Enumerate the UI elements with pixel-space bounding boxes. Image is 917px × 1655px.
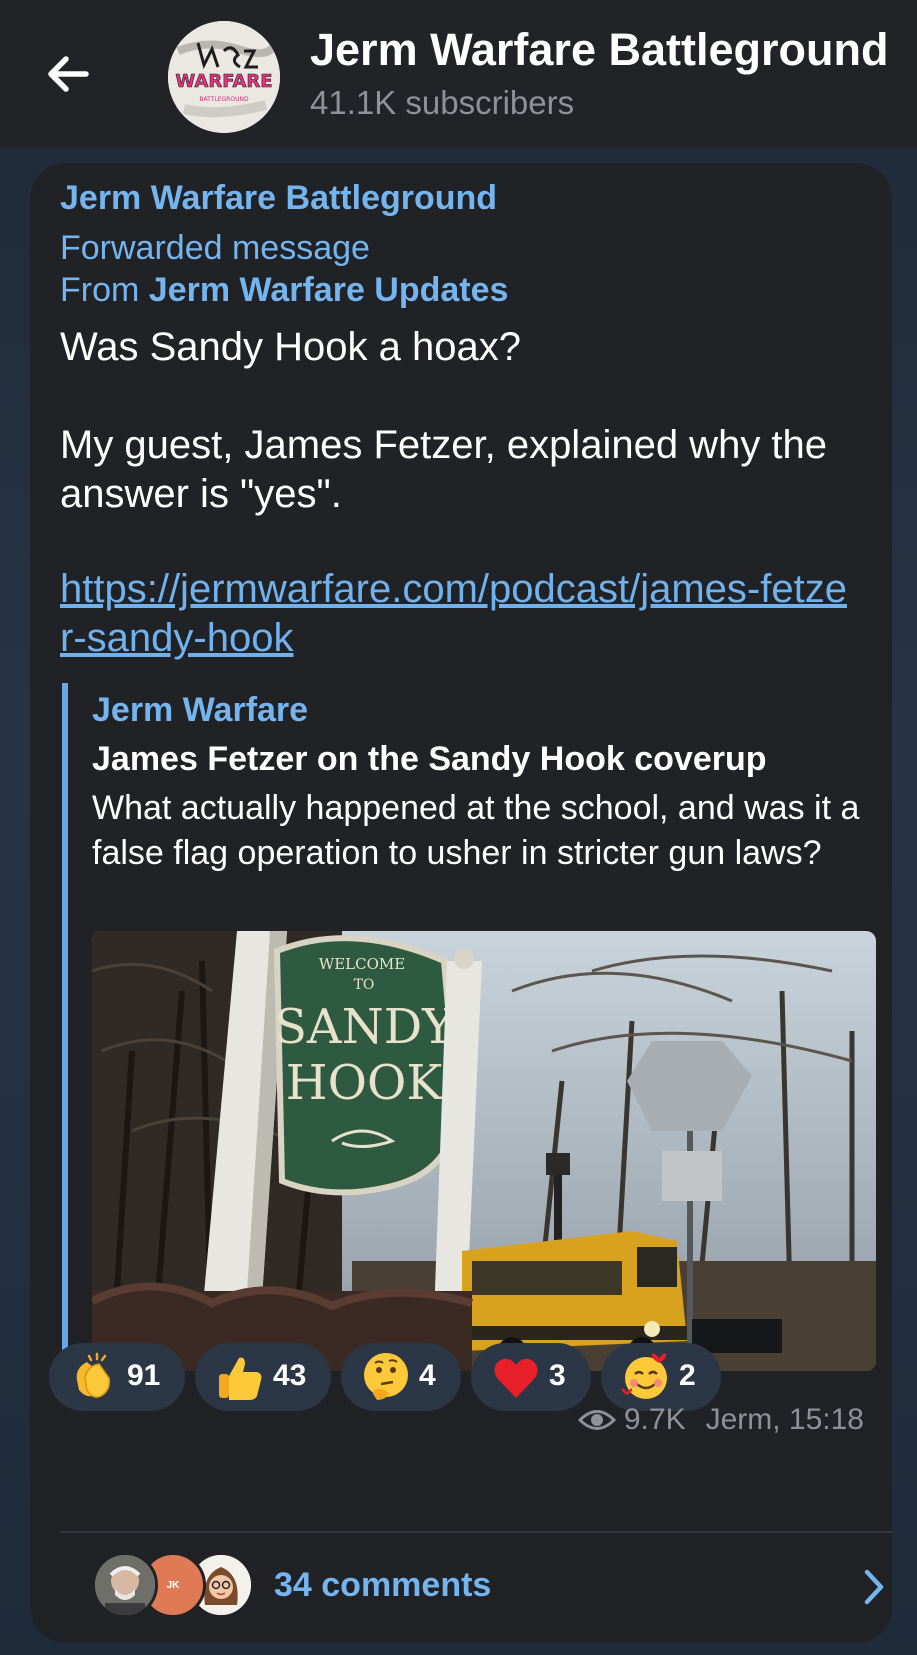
message-text: Was Sandy Hook a hoax? My guest, James F… <box>60 323 880 519</box>
svg-text:BATTLEGROUND: BATTLEGROUND <box>199 96 249 103</box>
preview-title: James Fetzer on the Sandy Hook coverup <box>92 740 767 778</box>
subscriber-count: 41.1K subscribers <box>310 84 575 121</box>
svg-text:SANDY: SANDY <box>274 999 455 1055</box>
reaction-heart[interactable]: 3 <box>471 1343 591 1411</box>
message-link[interactable]: https://jermwarfare.com/podcast/james-fe… <box>60 565 860 663</box>
forwarded-from[interactable]: From Jerm Warfare Updates <box>60 271 508 310</box>
divider <box>60 1531 892 1533</box>
svg-text:WELCOME: WELCOME <box>319 955 405 973</box>
comments-button[interactable]: JK 34 comments <box>60 1546 892 1628</box>
post-signature: Jerm, 15:18 <box>705 1403 864 1436</box>
reaction-count: 91 <box>127 1359 161 1392</box>
comments-count-label: 34 comments <box>274 1566 492 1604</box>
preview-site-name: Jerm Warfare <box>92 691 309 729</box>
view-count: 9.7K <box>623 1403 686 1436</box>
avatar <box>92 1552 158 1618</box>
smiling-face-with-hearts-icon <box>622 1353 667 1399</box>
reaction-count: 3 <box>549 1359 566 1392</box>
message-bubble: Jerm Warfare Battleground Forwarded mess… <box>30 163 892 1643</box>
message-paragraph-2: My guest, James Fetzer, explained why th… <box>60 423 828 516</box>
reaction-count: 43 <box>273 1359 307 1392</box>
thinking-face-icon <box>364 1353 408 1400</box>
thumbs-up-icon <box>219 1357 262 1400</box>
back-arrow-icon <box>48 56 89 92</box>
preview-image[interactable]: WELCOME TO SANDY HOOK <box>92 931 876 1371</box>
reaction-thinking[interactable]: 4 <box>341 1343 461 1411</box>
eye-icon <box>577 1410 616 1430</box>
message-meta: 9.7K Jerm, 15:18 <box>577 1403 864 1437</box>
message-paragraph-1: Was Sandy Hook a hoax? <box>60 325 521 369</box>
clapping-hands-icon <box>76 1352 111 1398</box>
forwarded-label: Forwarded message <box>60 229 370 267</box>
reaction-smiling-hearts[interactable]: 2 <box>601 1343 721 1411</box>
reaction-count: 2 <box>679 1359 696 1392</box>
chevron-right-icon <box>864 1569 884 1605</box>
channel-avatar[interactable]: WARFARE BATTLEGROUND <box>168 21 280 133</box>
reaction-thumbs-up[interactable]: 43 <box>195 1343 331 1411</box>
red-heart-icon <box>494 1358 538 1398</box>
preview-description: What actually happened at the school, an… <box>92 789 860 872</box>
message-author[interactable]: Jerm Warfare Battleground <box>60 179 497 218</box>
reaction-clap[interactable]: 91 <box>49 1343 185 1411</box>
svg-text:TO: TO <box>354 977 375 993</box>
from-channel-name[interactable]: Jerm Warfare Updates <box>149 271 509 309</box>
link-preview[interactable]: Jerm Warfare James Fetzer on the Sandy H… <box>62 683 876 1378</box>
svg-text:WARFARE: WARFARE <box>175 71 272 92</box>
channel-title[interactable]: Jerm Warfare Battleground <box>310 24 888 76</box>
back-button[interactable] <box>38 44 98 104</box>
from-prefix: From <box>60 271 140 309</box>
reaction-count: 4 <box>419 1359 436 1392</box>
avatar-initials: JK <box>166 1579 180 1591</box>
channel-header: WARFARE BATTLEGROUND Jerm Warfare Battle… <box>0 0 917 148</box>
svg-text:HOOK: HOOK <box>286 1055 444 1111</box>
